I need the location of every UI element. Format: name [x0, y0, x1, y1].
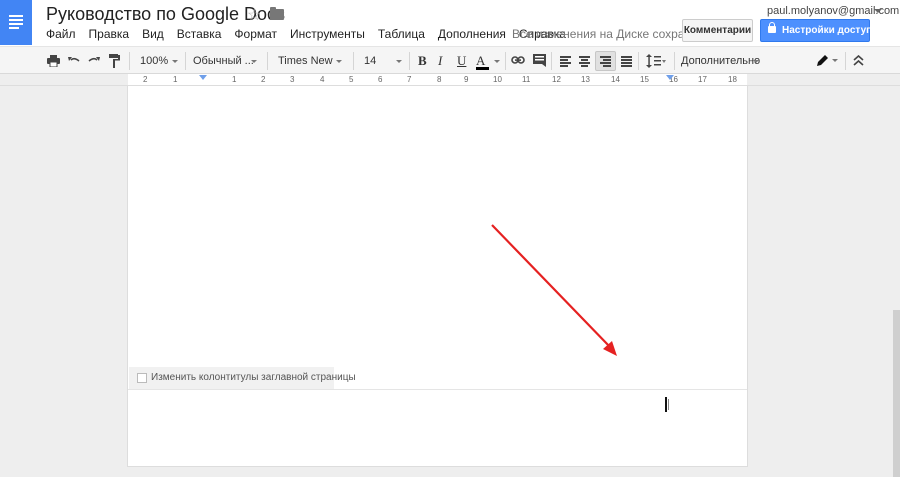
vertical-scrollbar[interactable]	[893, 310, 900, 477]
annotation-arrow	[491, 224, 617, 356]
